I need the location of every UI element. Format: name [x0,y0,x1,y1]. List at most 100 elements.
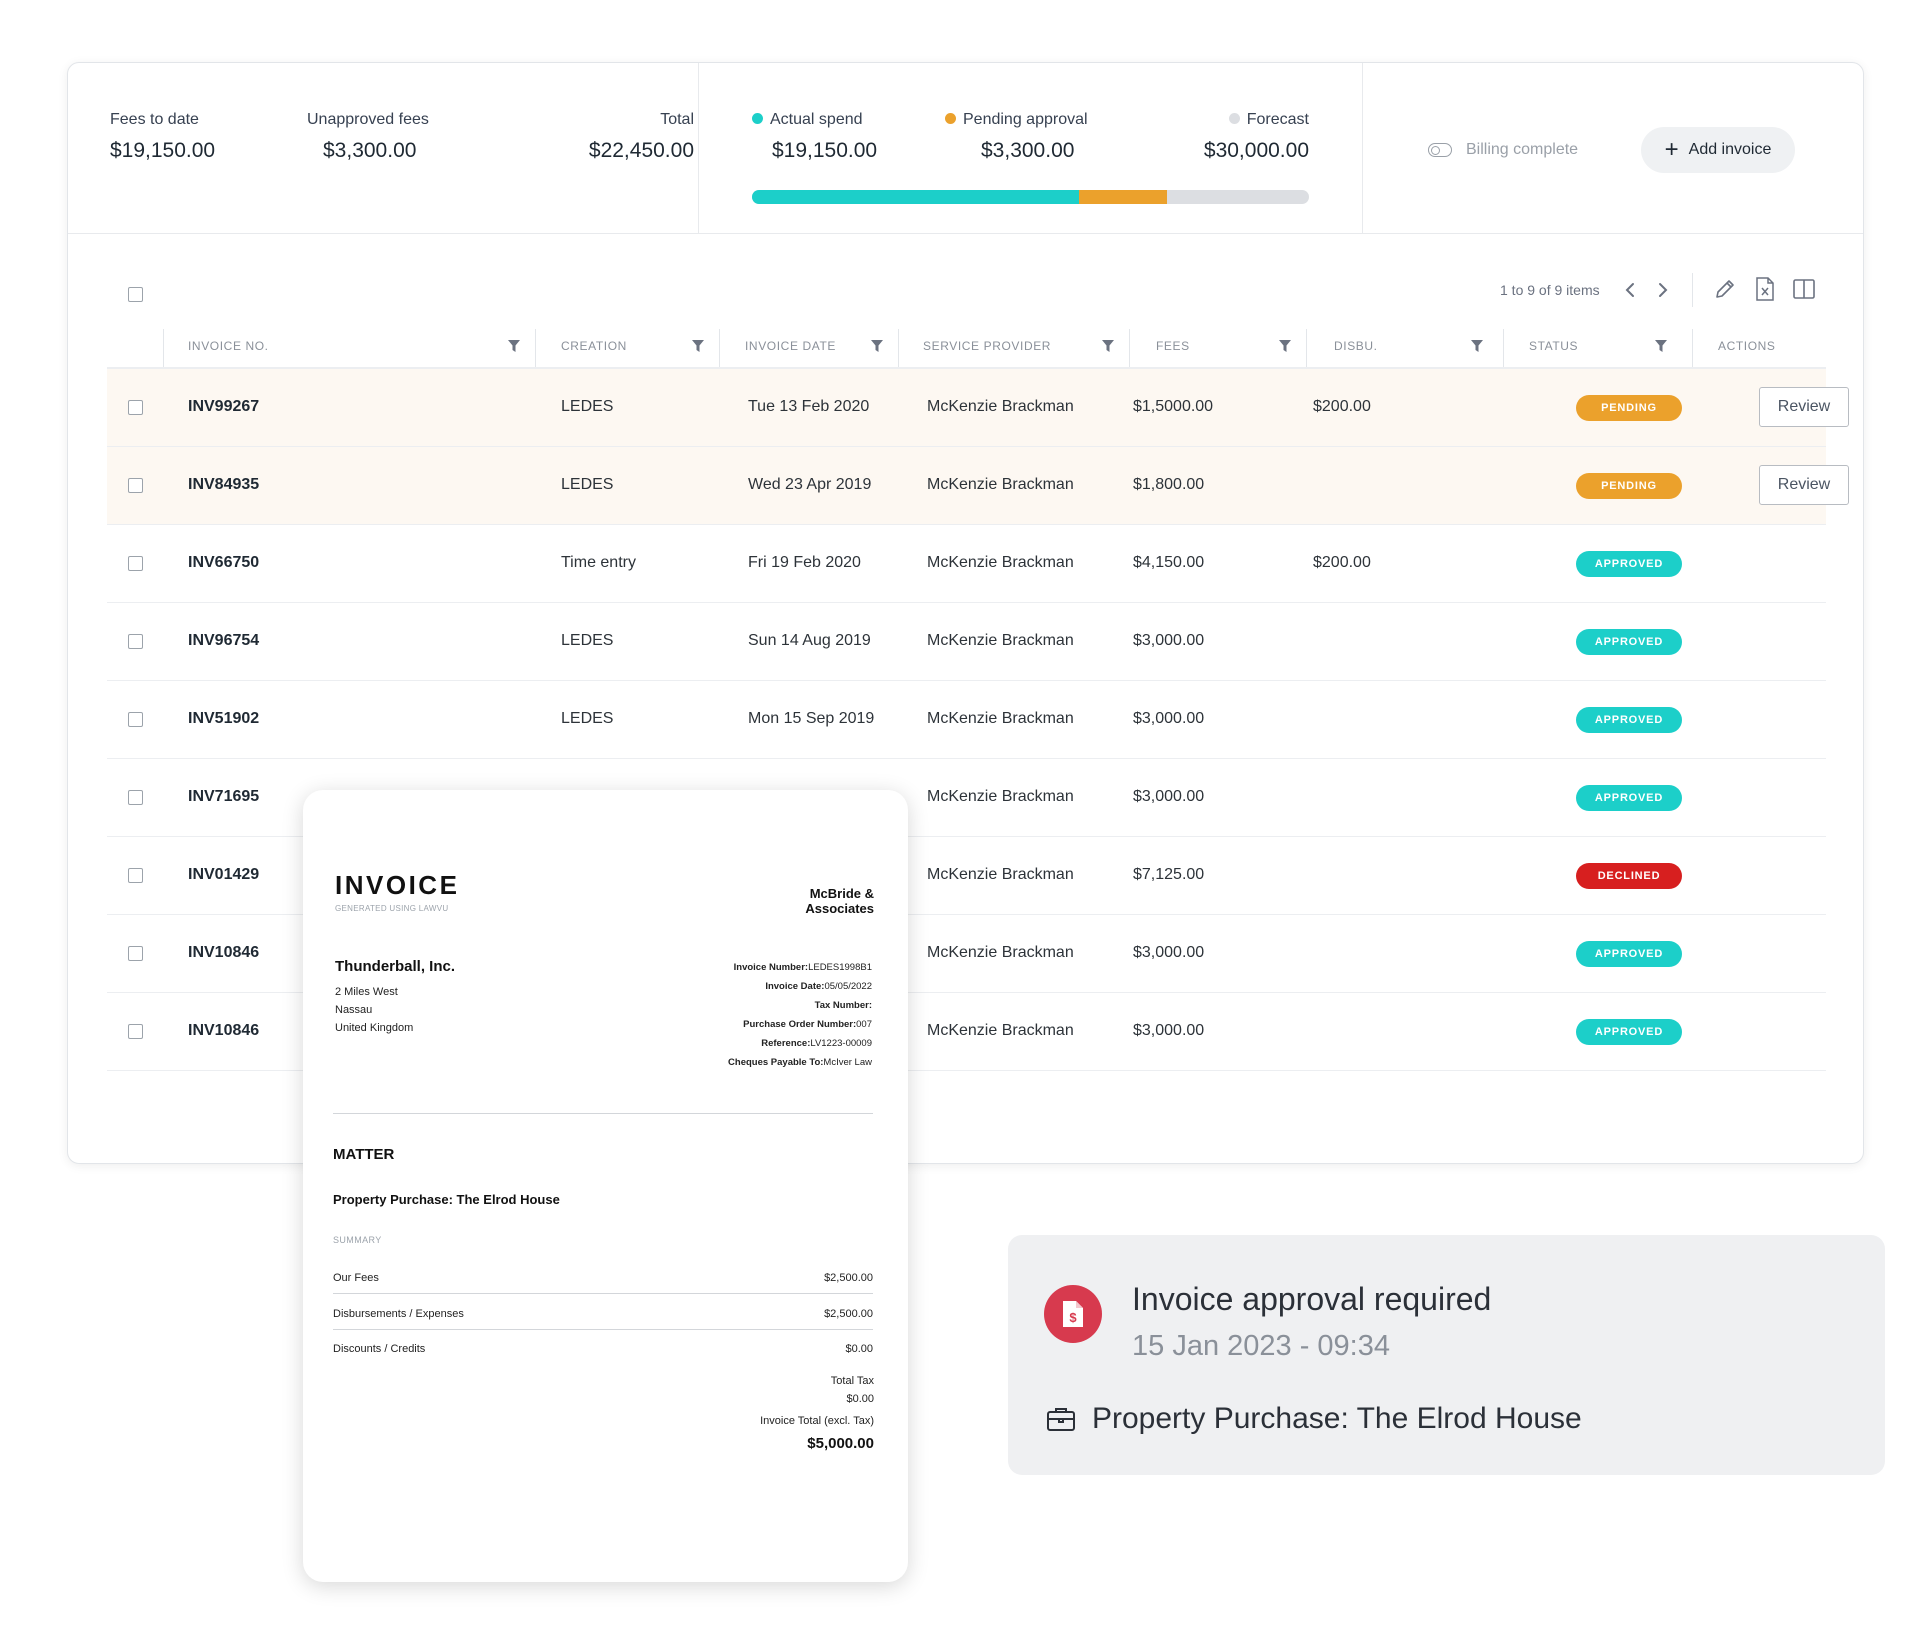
select-all-checkbox[interactable] [128,287,143,302]
invoice-meta-label: Tax Number: [814,1000,872,1011]
column-separator [719,329,720,367]
summary-line-label: Disbursements / Expenses [333,1308,464,1320]
column-separator [1129,329,1130,367]
add-invoice-button[interactable]: + Add invoice [1641,127,1795,173]
filter-icon[interactable] [1279,339,1291,358]
pending-approval-value: $3,300.00 [981,139,1075,162]
approval-notification[interactable]: $ Invoice approval required 15 Jan 2023 … [1008,1235,1885,1475]
edit-button[interactable] [1713,277,1737,306]
invoice-number[interactable]: INV01429 [188,866,259,884]
row-checkbox[interactable] [128,712,143,727]
forecast-value: $30,000.00 [1203,139,1309,162]
invoice-number[interactable]: INV71695 [188,788,259,806]
invoice-date: Mon 15 Sep 2019 [748,710,875,727]
chevron-left-icon [1625,283,1634,297]
table-row[interactable]: INV51902 LEDES Mon 15 Sep 2019 McKenzie … [107,681,1826,759]
summary-bar: Fees to date $19,150.00 Unapproved fees … [68,63,1863,234]
row-checkbox[interactable] [128,634,143,649]
table-row[interactable]: INV96754 LEDES Sun 14 Aug 2019 McKenzie … [107,603,1826,681]
invoice-total-label: Invoice Total (excl. Tax) [760,1415,874,1427]
invoice-date: Sun 14 Aug 2019 [748,632,871,649]
invoice-number[interactable]: INV10846 [188,1022,259,1040]
row-checkbox[interactable] [128,790,143,805]
filter-icon[interactable] [692,339,704,358]
export-excel-button[interactable] [1754,276,1776,307]
table-row[interactable]: INV84935 LEDES Wed 23 Apr 2019 McKenzie … [107,447,1849,525]
divider [698,63,699,234]
status-badge: PENDING [1576,473,1682,499]
review-button[interactable]: Review [1759,465,1849,505]
column-header-service-provider[interactable]: Service provider [923,339,1051,353]
invoice-number[interactable]: INV96754 [188,632,259,650]
next-page-button[interactable] [1653,280,1671,305]
row-checkbox[interactable] [128,478,143,493]
service-provider: McKenzie Brackman [927,398,1074,415]
row-checkbox[interactable] [128,946,143,961]
invoice-document-preview[interactable]: INVOICE GENERATED USING LAWVU McBride & … [303,790,908,1582]
column-header-invoice-date[interactable]: Invoice date [745,339,836,353]
creation-type: LEDES [561,398,614,415]
invoice-number[interactable]: INV51902 [188,710,259,728]
matter-heading: MATTER [333,1146,395,1163]
filter-icon[interactable] [871,339,883,358]
creation-type: LEDES [561,476,614,493]
invoice-meta-label: Invoice Date: [765,981,825,992]
invoice-number[interactable]: INV66750 [188,554,259,572]
row-checkbox[interactable] [128,400,143,415]
disbursement-amount: $200.00 [1313,554,1371,571]
column-header-fees[interactable]: Fees [1156,339,1190,353]
invoice-title: INVOICE [335,870,460,900]
total-fees: Total $22,450.00 [508,111,694,163]
filter-icon[interactable] [1471,339,1483,358]
total-value: $22,450.00 [588,139,694,162]
client-address-line: 2 Miles West [335,986,398,998]
spend-progress-bar [752,190,1309,204]
fees-amount: $3,000.00 [1133,944,1205,961]
status-badge: DECLINED [1576,863,1682,889]
billing-complete-toggle[interactable]: Billing complete [1428,141,1578,159]
table-row[interactable]: INV99267 LEDES Tue 13 Feb 2020 McKenzie … [107,369,1849,447]
column-header-actions: Actions [1718,339,1776,353]
forecast: Forecast $30,000.00 [1148,111,1309,163]
service-provider: McKenzie Brackman [927,866,1074,883]
service-provider: McKenzie Brackman [927,1022,1074,1039]
add-invoice-label: Add invoice [1688,141,1772,158]
total-tax-label: Total Tax [830,1375,874,1387]
column-header-invoice-no[interactable]: Invoice No. [188,339,269,353]
chevron-right-icon [1659,283,1668,297]
column-header-status[interactable]: Status [1529,339,1578,353]
filter-icon[interactable] [1102,339,1114,358]
filter-icon[interactable] [508,339,520,358]
creation-type: Time entry [561,554,636,571]
actual-spend-label: Actual spend [770,111,863,128]
actual-spend-value: $19,150.00 [772,139,878,162]
row-checkbox[interactable] [128,868,143,883]
invoice-date: Tue 13 Feb 2020 [748,398,870,415]
filter-icon[interactable] [1655,339,1667,358]
prev-page-button[interactable] [1622,280,1640,305]
pending-approval: Pending approval $3,300.00 [945,111,1088,163]
svg-text:$: $ [1069,1310,1077,1325]
invoice-meta-label: Invoice Number: [733,962,809,973]
fees-amount: $1,5000.00 [1133,398,1214,415]
row-checkbox[interactable] [128,1024,143,1039]
invoice-number[interactable]: INV99267 [188,398,259,416]
row-checkbox[interactable] [128,556,143,571]
fees-amount: $3,000.00 [1133,788,1205,805]
actual-spend-segment [752,190,1079,204]
review-button[interactable]: Review [1759,387,1849,427]
columns-button[interactable] [1792,278,1816,305]
column-separator [898,329,899,367]
column-header-disbursements[interactable]: Disbu. [1334,339,1378,353]
invoice-meta-value: LEDES1998B1 [808,962,872,973]
invoice-number[interactable]: INV84935 [188,476,259,494]
status-badge: APPROVED [1576,551,1682,577]
divider [333,1329,873,1330]
divider [1362,63,1363,234]
invoice-dollar-icon: $ [1044,1285,1102,1343]
table-row[interactable]: INV66750 Time entry Fri 19 Feb 2020 McKe… [107,525,1826,603]
column-header-creation[interactable]: Creation [561,339,627,353]
divider [1692,273,1693,307]
invoice-number[interactable]: INV10846 [188,944,259,962]
invoice-meta-line: Reference:LV1223-00009 [728,1034,872,1053]
